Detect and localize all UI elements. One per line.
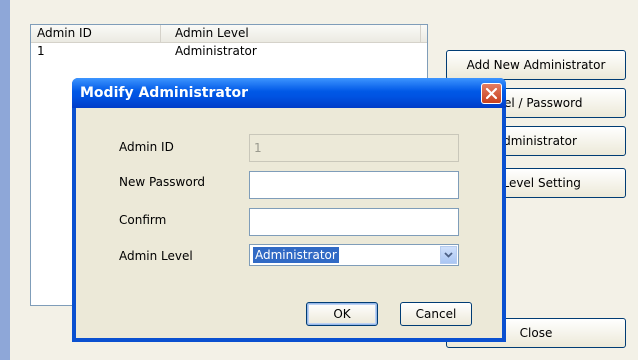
modify-administrator-dialog: Modify Administrator Admin ID New Passwo… [72,78,506,342]
dialog-body: Admin ID New Password Confirm Admin Leve… [76,108,502,338]
list-cell-admin-id: 1 [37,44,45,58]
ok-button[interactable]: OK [306,302,378,326]
new-password-label: New Password [119,175,206,189]
list-item[interactable]: 1 Administrator [31,43,427,60]
window-left-border [0,0,10,360]
admin-level-label: Admin Level [119,249,193,263]
admin-id-field [249,134,459,162]
admin-level-selected-value: Administrator [253,247,339,263]
cancel-button[interactable]: Cancel [400,302,472,326]
admin-id-label: Admin ID [119,140,174,154]
close-icon[interactable] [481,83,502,104]
admin-level-select[interactable]: Administrator [249,244,459,266]
list-cell-admin-level: Administrator [175,44,257,58]
add-new-administrator-button[interactable]: Add New Administrator [446,50,626,80]
dialog-titlebar[interactable]: Modify Administrator [72,78,506,108]
confirm-password-field[interactable] [249,208,459,236]
column-header-admin-level[interactable]: Admin Level [161,25,421,42]
chevron-down-icon[interactable] [440,246,457,264]
new-password-field[interactable] [249,171,459,199]
confirm-label: Confirm [119,213,167,227]
dialog-title: Modify Administrator [80,85,249,101]
column-header-admin-id[interactable]: Admin ID [31,25,161,42]
list-header: Admin ID Admin Level [31,25,427,43]
